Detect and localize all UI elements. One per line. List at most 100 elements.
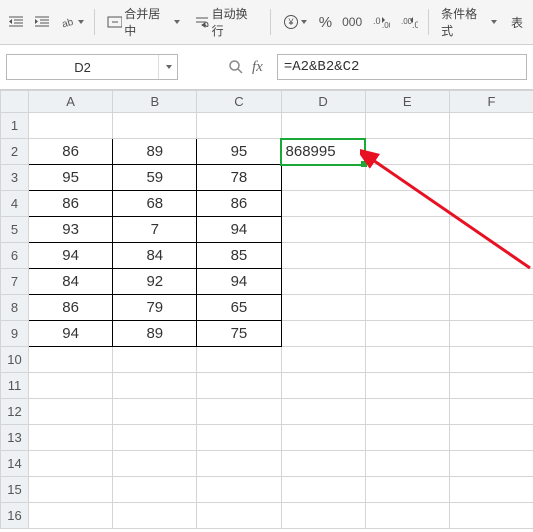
cell[interactable] [29,347,113,373]
cell[interactable] [449,139,533,165]
cell[interactable] [113,503,197,529]
cell[interactable] [449,425,533,451]
col-header[interactable]: C [197,91,281,113]
cell[interactable] [449,243,533,269]
percent-format-button[interactable]: % [317,8,334,36]
row-header[interactable]: 16 [1,503,29,529]
cell[interactable] [449,347,533,373]
row-header[interactable]: 8 [1,295,29,321]
cell[interactable] [29,503,113,529]
cell[interactable] [281,113,365,139]
cell[interactable]: 95 [29,165,113,191]
row-header[interactable]: 3 [1,165,29,191]
cell[interactable] [197,477,281,503]
cell[interactable] [449,399,533,425]
cell[interactable] [281,399,365,425]
cell[interactable] [365,347,449,373]
cell[interactable] [29,373,113,399]
cell[interactable] [197,347,281,373]
cell[interactable] [365,321,449,347]
cell[interactable] [113,113,197,139]
cell[interactable] [113,399,197,425]
increase-decimal-button[interactable]: .0.00 [370,8,392,36]
cell[interactable] [365,503,449,529]
cell[interactable]: 93 [29,217,113,243]
cell[interactable]: 86 [197,191,281,217]
conditional-format-button[interactable]: 条件格式 [437,8,501,36]
cell[interactable] [113,347,197,373]
table-format-button[interactable]: 表 [507,8,527,36]
cell[interactable] [281,269,365,295]
cell[interactable]: 95 [197,139,281,165]
cell[interactable]: 78 [197,165,281,191]
cell[interactable] [29,399,113,425]
merge-center-button[interactable]: 合并居中 [103,8,184,36]
formula-input[interactable]: =A2&B2&C2 [277,54,527,80]
col-header[interactable]: B [113,91,197,113]
cell[interactable] [281,451,365,477]
cell[interactable]: 94 [29,243,113,269]
cell[interactable] [365,477,449,503]
cell[interactable] [197,113,281,139]
cell[interactable]: 68 [113,191,197,217]
cell[interactable] [29,113,113,139]
cell[interactable]: 86 [29,295,113,321]
cell[interactable]: 89 [113,139,197,165]
cell[interactable] [197,425,281,451]
cell[interactable] [281,425,365,451]
cell[interactable]: 59 [113,165,197,191]
row-header[interactable]: 12 [1,399,29,425]
cell[interactable]: 86 [29,139,113,165]
cell[interactable] [449,269,533,295]
cell[interactable]: 75 [197,321,281,347]
row-header[interactable]: 13 [1,425,29,451]
cell[interactable] [365,373,449,399]
cell[interactable] [281,243,365,269]
cell[interactable]: 7 [113,217,197,243]
cell[interactable] [281,347,365,373]
currency-format-button[interactable]: ¥ [279,8,311,36]
cell[interactable]: 84 [29,269,113,295]
col-header[interactable]: E [365,91,449,113]
cell[interactable] [365,165,449,191]
row-header[interactable]: 15 [1,477,29,503]
cell[interactable] [113,477,197,503]
text-orientation-button[interactable]: ab [58,8,86,36]
row-header[interactable]: 2 [1,139,29,165]
cell[interactable] [365,425,449,451]
cell-active[interactable]: 868995 [281,139,365,165]
spreadsheet-grid[interactable]: A B C D E F 1 2868995868995 3955978 4866… [0,90,533,532]
cell[interactable] [281,373,365,399]
col-header[interactable]: A [29,91,113,113]
cell[interactable]: 84 [113,243,197,269]
decrease-decimal-button[interactable]: .00.0 [398,8,420,36]
row-header[interactable]: 5 [1,217,29,243]
cell[interactable] [449,451,533,477]
cell[interactable] [113,425,197,451]
row-header[interactable]: 11 [1,373,29,399]
cell[interactable] [29,425,113,451]
cell[interactable] [449,373,533,399]
row-header[interactable]: 9 [1,321,29,347]
select-all-corner[interactable] [1,91,29,113]
cell[interactable] [197,451,281,477]
cell[interactable] [365,399,449,425]
row-header[interactable]: 7 [1,269,29,295]
cell[interactable] [29,451,113,477]
cell[interactable] [281,295,365,321]
cell[interactable] [449,321,533,347]
cell[interactable] [449,113,533,139]
cell[interactable]: 92 [113,269,197,295]
cell[interactable] [365,139,449,165]
row-header[interactable]: 10 [1,347,29,373]
cell[interactable] [113,373,197,399]
cell[interactable] [449,217,533,243]
cell[interactable] [281,477,365,503]
cell[interactable]: 94 [197,217,281,243]
cell[interactable] [365,451,449,477]
cell[interactable] [281,503,365,529]
wrap-text-button[interactable]: 自动换行 [190,8,262,36]
cell[interactable] [281,191,365,217]
cell[interactable] [365,217,449,243]
cell[interactable]: 94 [197,269,281,295]
